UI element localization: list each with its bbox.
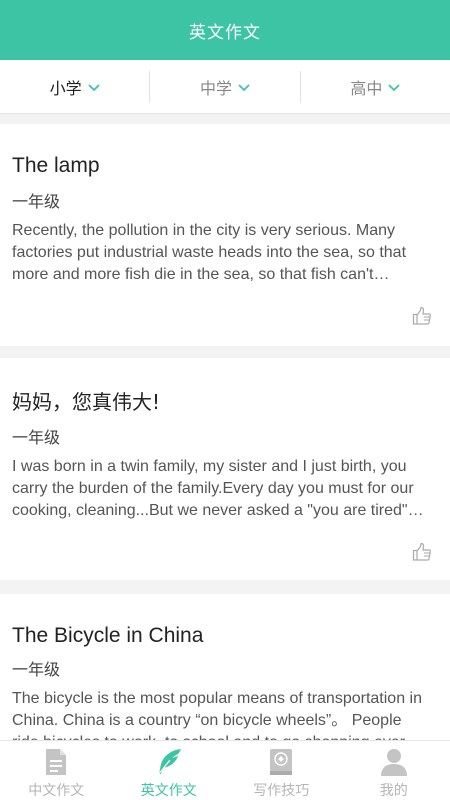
thumbs-up-icon[interactable]: [412, 542, 432, 562]
tab-profile[interactable]: 我的: [338, 741, 450, 800]
essay-title: The lamp: [12, 154, 100, 177]
filter-high-school[interactable]: 高中: [299, 70, 450, 103]
tab-english-essay[interactable]: 英文作文: [113, 741, 226, 800]
essay-excerpt: I was born in a twin family, my sister a…: [12, 458, 426, 519]
essay-excerpt: The bicycle is the most popular means of…: [12, 690, 422, 740]
page-title: 英文作文: [189, 22, 261, 43]
essay-grade: 一年级: [12, 192, 61, 211]
tab-label: 写作技巧: [253, 783, 310, 799]
chevron-down-icon: [388, 83, 400, 91]
filter-label: 小学: [49, 78, 82, 98]
filter-middle-school[interactable]: 中学: [149, 70, 299, 103]
essay-card[interactable]: The Bicycle in China 一年级 The bicycle is …: [0, 594, 450, 740]
essay-grade: 一年级: [12, 660, 61, 679]
essay-excerpt: Recently, the pollution in the city is v…: [12, 222, 407, 283]
tab-chinese-essay[interactable]: 中文作文: [0, 741, 113, 800]
essay-card[interactable]: The lamp 一年级 Recently, the pollution in …: [0, 124, 450, 346]
chevron-down-icon: [88, 83, 100, 91]
grade-filter-bar: 小学 中学 高中: [0, 60, 450, 114]
filter-label: 中学: [199, 78, 232, 98]
bottom-tab-bar: 中文作文 英文作文 写作技巧 我的: [0, 740, 450, 800]
filter-label: 高中: [350, 78, 383, 98]
tab-label: 英文作文: [140, 783, 197, 799]
tab-label: 我的: [379, 783, 408, 799]
thumbs-up-icon[interactable]: [412, 306, 432, 326]
essay-card[interactable]: 妈妈，您真伟大! 一年级 I was born in a twin family…: [0, 358, 450, 580]
person-icon: [380, 749, 407, 776]
chevron-down-icon: [238, 83, 250, 91]
essay-grade: 一年级: [12, 428, 61, 447]
filter-primary-school[interactable]: 小学: [0, 71, 149, 103]
feather-icon: [157, 749, 181, 776]
tab-label: 中文作文: [28, 783, 85, 799]
document-icon: [46, 749, 67, 775]
top-header: 英文作文: [0, 0, 450, 60]
essay-title: 妈妈，您真伟大!: [12, 390, 161, 414]
tab-writing-tips[interactable]: 写作技巧: [225, 741, 338, 800]
essay-list[interactable]: The lamp 一年级 Recently, the pollution in …: [0, 124, 450, 740]
book-icon: [270, 749, 293, 775]
essay-title: The Bicycle in China: [12, 624, 204, 647]
